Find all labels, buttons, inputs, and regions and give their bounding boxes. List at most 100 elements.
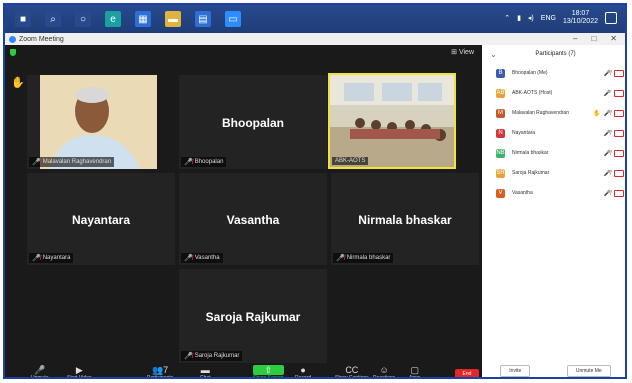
share-screen-icon: ⇧	[253, 365, 284, 375]
unmute-me-button[interactable]: Unmute Me	[566, 365, 611, 377]
microphone-muted-icon: 🎤	[34, 365, 46, 375]
clock[interactable]: 18:07 13/10/2022	[563, 10, 598, 26]
meeting-gallery: ⊞ View ✋ 🎤̸ Malavalan Raghavendran Bhoopa…	[5, 45, 482, 365]
video-tile-bhoopalan[interactable]: Bhoopalan 🎤̸ Bhoopalan	[179, 75, 327, 169]
video-off-icon	[614, 149, 624, 157]
view-button[interactable]: ⊞ View	[451, 48, 474, 56]
toolbar-label: Unmute	[31, 375, 49, 379]
toolbar-apps-button[interactable]: ▢ Apps	[409, 365, 420, 377]
participant-name-label: ABK-AOTS	[332, 157, 369, 165]
zoom-logo-icon	[9, 35, 16, 43]
video-off-icon	[614, 129, 624, 137]
toolbar-unmute-button[interactable]: 🎤 Unmute	[31, 365, 49, 379]
mic-muted-icon: 🎤̸	[603, 150, 611, 157]
video-tile-nirmala[interactable]: Nirmala bhaskar 🎤̸ Nirmala bhaskar	[331, 173, 479, 265]
end-meeting-button[interactable]: End	[455, 369, 479, 377]
participants-footer: Invite Unmute Me	[482, 365, 625, 377]
toolbar-participants-button[interactable]: 👥7 Participants	[147, 365, 174, 379]
participant-name: Saroja Rajkumar	[512, 170, 550, 176]
toolbar-reactions-button[interactable]: ☺ Reactions	[373, 365, 395, 377]
toolbar-label: Start Video	[67, 375, 92, 379]
toolbar-start-video-button[interactable]: ▶ Start Video	[67, 365, 92, 379]
participant-status: 🎤̸	[604, 189, 624, 197]
search-icon[interactable]: ⌕	[45, 11, 61, 27]
mic-icon: 🎤	[603, 90, 611, 97]
toolbar-label: Show Captions	[335, 375, 369, 379]
mic-muted-icon: 🎤̸	[184, 353, 193, 360]
participants-header: ⌄ Participants (7)	[482, 45, 625, 63]
system-tray: ⌃ ▮ ◂) ENG 18:07 13/10/2022	[504, 10, 617, 26]
language-indicator[interactable]: ENG	[541, 15, 556, 22]
video-tile-abk-aots[interactable]: ABK-AOTS	[328, 73, 456, 169]
close-button[interactable]: ✕	[610, 34, 617, 43]
clock-date: 13/10/2022	[562, 18, 598, 25]
folder-icon[interactable]: ▬	[165, 11, 181, 27]
avatar: M	[496, 108, 505, 118]
notification-icon[interactable]	[605, 12, 617, 24]
network-icon[interactable]: ▮	[517, 14, 521, 22]
maximize-button[interactable]: □	[591, 34, 596, 43]
participant-name-label: 🎤̸ Vasantha	[181, 253, 223, 263]
mail-icon[interactable]: ▤	[195, 11, 211, 27]
participant-row[interactable]: B Bhoopalan (Me) 🎤̸	[482, 63, 625, 83]
toolbar-label: Share Screen	[253, 375, 284, 379]
mic-muted-icon: 🎤̸	[603, 110, 611, 117]
video-tile-saroja[interactable]: Saroja Rajkumar 🎤̸ Saroja Rajkumar	[179, 269, 327, 363]
toolbar-label: Participants	[147, 375, 174, 379]
video-off-icon	[614, 69, 624, 77]
toolbar-show-captions-button[interactable]: CC Show Captions	[335, 365, 369, 379]
classroom-video-image	[330, 75, 454, 167]
mic-muted-icon: 🎤̸	[184, 159, 193, 166]
video-tile-vasantha[interactable]: Vasantha 🎤̸ Vasantha	[179, 173, 327, 265]
participant-row[interactable]: AB ABK-AOTS (Host) 🎤	[482, 83, 625, 103]
participant-name: Nayantara	[71, 213, 131, 228]
participant-name-label: 🎤̸ Saroja Rajkumar	[181, 351, 243, 361]
participant-row[interactable]: M Malavalan Raghavendran ✋ 🎤̸	[482, 103, 625, 123]
window-title: Zoom Meeting	[19, 35, 64, 43]
participants-list: B Bhoopalan (Me) 🎤̸ AB ABK-AOTS (Host) 🎤 M Mala…	[482, 63, 625, 203]
video-off-icon	[614, 89, 624, 97]
participant-name: Bhoopalan	[222, 116, 284, 131]
toolbar-chat-button[interactable]: ▬ Chat	[200, 365, 211, 377]
raised-hand-icon: ✋	[11, 77, 25, 89]
participant-name: Vasantha	[512, 190, 533, 196]
chevron-down-icon[interactable]: ⌄	[490, 50, 497, 59]
mic-muted-icon: 🎤̸	[603, 170, 611, 177]
video-tile-nayantara[interactable]: Nayantara 🎤̸ Nayantara	[27, 173, 175, 265]
task-view-icon[interactable]: ○	[75, 11, 91, 27]
avatar: AB	[496, 88, 505, 98]
participants-panel: ⌄ Participants (7) B Bhoopalan (Me) 🎤̸ AB AB…	[482, 45, 625, 377]
toolbar-record-button[interactable]: ● Record	[295, 365, 311, 377]
windows-start-icon[interactable]: ■	[15, 11, 31, 27]
video-tile-malavalan[interactable]: 🎤̸ Malavalan Raghavendran	[27, 75, 157, 169]
participant-name-label: 🎤̸ Bhoopalan	[181, 157, 227, 167]
zoom-window: ■ ⌕ ○ e ▦ ▬ ▤ ▭ ⌃ ▮ ◂) ENG 18:07 13/10/2022 Zoo…	[3, 3, 627, 379]
clock-time: 18:07	[571, 10, 590, 17]
store-icon[interactable]: ▦	[135, 11, 151, 27]
minimize-button[interactable]: –	[573, 34, 577, 43]
participant-row[interactable]: N Nayantara 🎤̸	[482, 123, 625, 143]
security-shield-icon[interactable]	[10, 49, 16, 56]
avatar: V	[496, 188, 505, 198]
zoom-app-icon[interactable]: ▭	[225, 11, 241, 27]
participant-name-label: 🎤̸ Malavalan Raghavendran	[29, 157, 115, 167]
edge-icon[interactable]: e	[105, 11, 121, 27]
volume-icon[interactable]: ◂)	[528, 14, 534, 22]
participant-status: ✋ 🎤̸	[593, 109, 624, 117]
video-off-icon	[614, 109, 624, 117]
invite-button[interactable]: Invite	[500, 365, 531, 377]
toolbar-share-screen-button[interactable]: ⇧ Share Screen	[253, 365, 284, 379]
participant-name-label: 🎤̸ Nayantara	[29, 253, 74, 263]
raised-hand-icon: ✋	[593, 110, 601, 117]
participant-row[interactable]: SR Saroja Rajkumar 🎤̸	[482, 163, 625, 183]
participants-title: Participants (7)	[535, 51, 576, 57]
mic-muted-icon: 🎤̸	[336, 255, 345, 262]
participant-row[interactable]: NB Nirmala bhaskar 🎤̸	[482, 143, 625, 163]
chevron-up-icon[interactable]: ⌃	[504, 14, 510, 22]
avatar: NB	[496, 148, 505, 158]
video-off-icon	[614, 169, 624, 177]
reactions-icon: ☺	[379, 365, 389, 375]
participant-status: 🎤	[603, 89, 624, 97]
participant-row[interactable]: V Vasantha 🎤̸	[482, 183, 625, 203]
mic-muted-icon: 🎤̸	[603, 130, 611, 137]
